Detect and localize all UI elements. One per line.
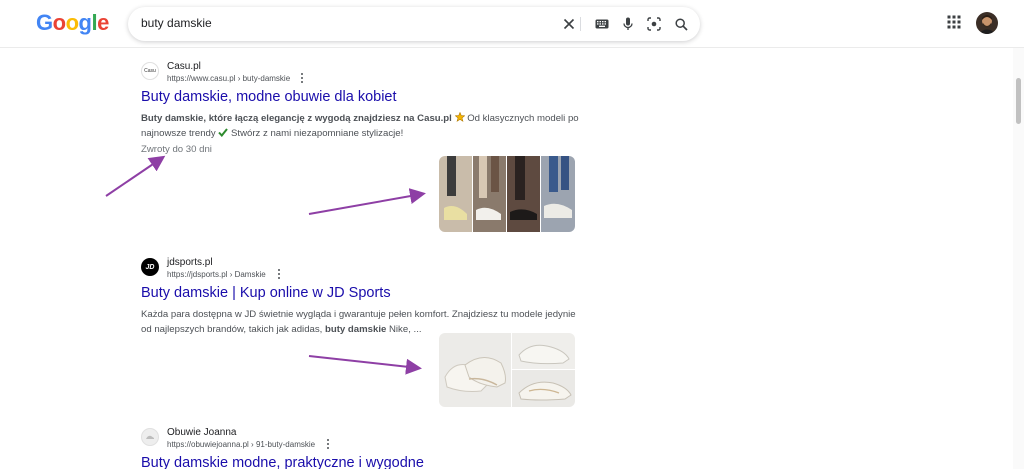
annotation-arrow: [105, 155, 166, 197]
snippet-bold: buty damskie: [325, 324, 387, 335]
logo-letter: g: [78, 10, 92, 35]
apps-icon[interactable]: [947, 15, 961, 29]
lens-icon[interactable]: [645, 15, 663, 33]
search-input[interactable]: [141, 16, 541, 30]
header: Google: [0, 0, 1024, 48]
site-name[interactable]: jdsports.pl: [167, 257, 213, 268]
search-icon[interactable]: [672, 15, 690, 33]
logo-letter: o: [65, 10, 79, 35]
result-title-link[interactable]: Buty damskie | Kup online w JD Sports: [141, 285, 581, 301]
google-logo[interactable]: Google: [36, 10, 109, 36]
joanna-favicon: [141, 428, 159, 446]
more-options-icon[interactable]: [324, 438, 332, 450]
result-site-row: Casu Casu.pl https://www.casu.pl › buty-…: [141, 60, 581, 86]
search-result-obuwiejoanna: Obuwie Joanna https://obuwiejoanna.pl › …: [141, 426, 581, 469]
logo-letter: o: [52, 10, 66, 35]
snippet-bold: Buty damskie, które łączą elegancję z wy…: [141, 113, 452, 124]
result-site-row: Obuwie Joanna https://obuwiejoanna.pl › …: [141, 426, 581, 452]
scrollbar[interactable]: [1013, 48, 1024, 469]
result-title-link[interactable]: Buty damskie, modne obuwie dla kobiet: [141, 89, 581, 105]
scrollbar-thumb[interactable]: [1016, 78, 1021, 124]
check-icon: [218, 128, 229, 139]
result-image-grid-jdsports[interactable]: [439, 333, 575, 407]
result-image-strip-casu[interactable]: [439, 156, 575, 232]
microphone-icon[interactable]: [619, 15, 637, 33]
jd-favicon: JD: [141, 258, 159, 276]
result-title-link[interactable]: Buty damskie modne, praktyczne i wygodne: [141, 455, 581, 469]
search-results-page: Google buty damskie Casu Casu.pl https:/…: [0, 0, 1024, 469]
snippet-end: Stwórz z nami niezapomniane stylizacje!: [231, 128, 404, 139]
search-divider: [580, 17, 581, 31]
clear-icon[interactable]: [560, 15, 578, 33]
casu-favicon: Casu: [141, 62, 159, 80]
returns-info: Zwroty do 30 dni: [141, 144, 212, 155]
search-result-jdsports: JD jdsports.pl https://jdsports.pl › Dam…: [141, 256, 581, 337]
star-icon: [454, 111, 465, 124]
site-name[interactable]: Casu.pl: [167, 61, 201, 72]
more-options-icon[interactable]: [298, 72, 306, 84]
snippet-end: Nike, ...: [389, 324, 422, 335]
annotation-arrow: [308, 188, 426, 215]
site-name[interactable]: Obuwie Joanna: [167, 427, 237, 438]
result-snippet: Buty damskie, które łączą elegancję z wy…: [141, 111, 581, 141]
search-result-casu: Casu Casu.pl https://www.casu.pl › buty-…: [141, 60, 581, 157]
search-box: [128, 7, 700, 41]
site-url[interactable]: https://www.casu.pl › buty-damskie: [167, 74, 290, 83]
site-url[interactable]: https://jdsports.pl › Damskie: [167, 270, 266, 279]
logo-letter: G: [36, 10, 53, 35]
logo-letter: e: [97, 10, 109, 35]
result-site-row: JD jdsports.pl https://jdsports.pl › Dam…: [141, 256, 581, 282]
avatar[interactable]: [976, 12, 998, 34]
annotation-arrow: [308, 355, 422, 375]
keyboard-icon[interactable]: [593, 15, 611, 33]
more-options-icon[interactable]: [275, 268, 283, 280]
site-url[interactable]: https://obuwiejoanna.pl › 91-buty-damski…: [167, 440, 315, 449]
